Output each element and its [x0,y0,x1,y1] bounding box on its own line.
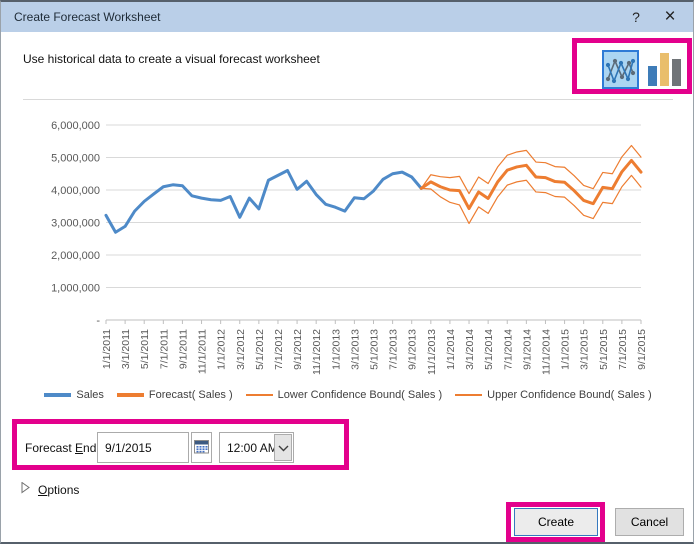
dialog-title: Create Forecast Worksheet [1,10,619,24]
options-label: Options [38,483,79,497]
svg-text:5/1/2015: 5/1/2015 [598,329,610,370]
legend-swatch [246,394,273,396]
svg-text:1/1/2013: 1/1/2013 [330,329,342,370]
legend-item: Upper Confidence Bound( Sales ) [455,389,651,401]
svg-text:2,000,000: 2,000,000 [51,250,100,262]
help-button[interactable]: ? [619,2,653,32]
calendar-icon [194,439,209,457]
line-chart-type-button[interactable] [602,50,639,89]
legend-label: Sales [76,389,104,401]
svg-text:7/1/2012: 7/1/2012 [273,329,285,370]
close-button[interactable]: × [653,2,687,32]
titlebar: Create Forecast Worksheet ? × [1,2,693,32]
svg-text:11/1/2014: 11/1/2014 [540,329,552,375]
svg-text:9/1/2015: 9/1/2015 [636,329,648,370]
svg-text:1,000,000: 1,000,000 [51,283,100,295]
forecast-end-date-input[interactable] [97,432,189,463]
create-button[interactable]: Create [514,508,598,536]
calendar-button[interactable] [191,432,212,463]
legend-swatch [117,393,144,397]
svg-text:5/1/2012: 5/1/2012 [254,329,266,370]
legend-item: Lower Confidence Bound( Sales ) [246,389,442,401]
svg-text:7/1/2011: 7/1/2011 [158,329,170,369]
svg-text:7/1/2014: 7/1/2014 [502,329,514,370]
svg-text:3,000,000: 3,000,000 [51,218,100,230]
svg-text:4,000,000: 4,000,000 [51,185,100,197]
dialog-description: Use historical data to create a visual f… [23,52,320,66]
triangle-right-icon [21,482,30,497]
create-forecast-worksheet-dialog: Create Forecast Worksheet ? × Use histor… [0,0,694,544]
svg-text:9/1/2011: 9/1/2011 [177,329,189,369]
legend-item: Sales [44,389,104,401]
chart-legend: Sales Forecast( Sales ) Lower Confidence B… [1,389,694,401]
cancel-button[interactable]: Cancel [615,508,684,536]
svg-text:3/1/2012: 3/1/2012 [235,329,247,370]
time-value: 12:00 AM [227,441,278,455]
svg-text:7/1/2015: 7/1/2015 [617,329,629,370]
svg-text:3/1/2013: 3/1/2013 [349,329,361,370]
svg-text:9/1/2013: 9/1/2013 [407,329,419,370]
chevron-down-icon [278,440,289,455]
legend-label: Upper Confidence Bound( Sales ) [487,389,651,401]
svg-text:1/1/2014: 1/1/2014 [445,329,457,370]
svg-text:6,000,000: 6,000,000 [51,120,100,132]
legend-label: Forecast( Sales ) [149,389,233,401]
svg-text:3/1/2011: 3/1/2011 [120,329,132,369]
svg-text:7/1/2013: 7/1/2013 [388,329,400,370]
svg-text:5,000,000: 5,000,000 [51,153,100,165]
forecast-end-label: Forecast End [25,441,96,455]
line-chart-icon [604,75,637,90]
legend-item: Forecast( Sales ) [117,389,233,401]
legend-swatch [455,394,482,396]
svg-text:1/1/2015: 1/1/2015 [560,329,572,370]
svg-text:9/1/2014: 9/1/2014 [521,329,533,370]
svg-text:9/1/2012: 9/1/2012 [292,329,304,370]
forecast-end-time-select[interactable]: 12:00 AM [219,432,294,463]
svg-text:3/1/2014: 3/1/2014 [464,329,476,370]
svg-text:1/1/2012: 1/1/2012 [216,329,228,370]
legend-swatch [44,393,71,397]
time-dropdown-button[interactable] [274,434,292,461]
svg-text:5/1/2013: 5/1/2013 [369,329,381,370]
svg-text:5/1/2014: 5/1/2014 [483,329,495,370]
bar-chart-type-button[interactable] [645,52,685,88]
svg-text:-: - [96,315,100,327]
svg-text:1/1/2011: 1/1/2011 [101,329,113,369]
svg-text:5/1/2011: 5/1/2011 [139,329,151,369]
options-expander[interactable]: Options [21,482,79,497]
forecast-chart: 6,000,000 5,000,000 4,000,000 3,000,000 2,00… [1,107,694,392]
legend-label: Lower Confidence Bound( Sales ) [278,389,442,401]
svg-text:11/1/2013: 11/1/2013 [426,329,438,375]
svg-text:11/1/2012: 11/1/2012 [311,329,323,375]
svg-text:11/1/2011: 11/1/2011 [197,329,209,374]
svg-text:3/1/2015: 3/1/2015 [579,329,591,370]
bar-chart-icon [646,76,684,91]
header-separator [23,99,673,100]
